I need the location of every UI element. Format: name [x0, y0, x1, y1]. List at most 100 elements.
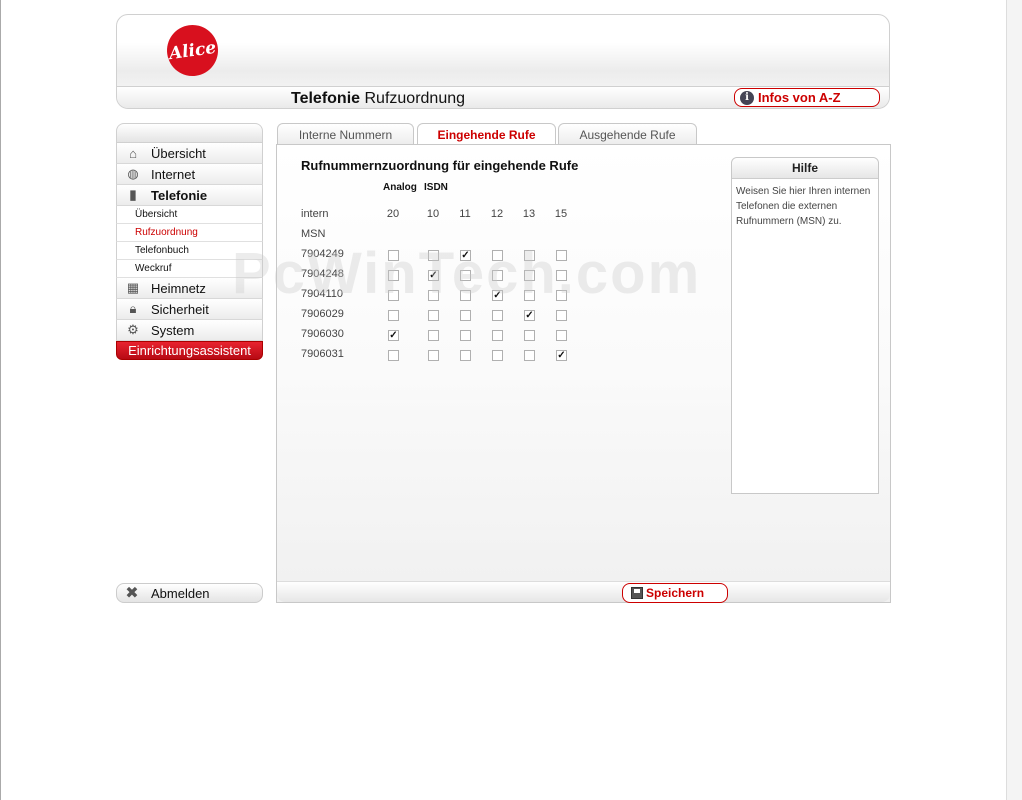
- sidebar-item-telefonie[interactable]: ▮ Telefonie: [116, 185, 263, 206]
- save-button[interactable]: Speichern: [622, 583, 728, 603]
- sidebar-subitem-label: Rufzuordnung: [135, 227, 198, 238]
- checkbox-7904249-12[interactable]: [492, 250, 503, 261]
- sidebar-subitem-weckruf[interactable]: Weckruf: [116, 260, 263, 278]
- checkbox-7906031-10[interactable]: [428, 350, 439, 361]
- group-label-analog: Analog: [383, 182, 417, 193]
- checkbox-7906030-13[interactable]: [524, 330, 535, 341]
- sidebar-subitem-telefonbuch[interactable]: Telefonbuch: [116, 242, 263, 260]
- floppy-disk-icon: [631, 587, 643, 599]
- msn-label: MSN: [301, 228, 326, 240]
- checkbox-7904248-15[interactable]: [556, 270, 567, 281]
- checkbox-7906031-15[interactable]: ✓: [556, 350, 567, 361]
- msn-row-label: 7904249: [301, 248, 344, 260]
- checkbox-7904248-13[interactable]: [524, 270, 535, 281]
- checkbox-7904248-12[interactable]: [492, 270, 503, 281]
- checkbox-7904110-15[interactable]: [556, 290, 567, 301]
- tab-eingehende-rufe[interactable]: Eingehende Rufe: [417, 123, 556, 145]
- close-icon: ✖: [125, 585, 139, 602]
- checkbox-7906031-12[interactable]: [492, 350, 503, 361]
- checkbox-7906030-11[interactable]: [460, 330, 471, 341]
- gear-icon: ⚙: [127, 322, 139, 337]
- checkbox-7904249-15[interactable]: [556, 250, 567, 261]
- column-header-15: 15: [554, 208, 568, 220]
- checkbox-7904110-13[interactable]: [524, 290, 535, 301]
- page-title-section: Telefonie: [291, 90, 361, 107]
- checkbox-7906031-13[interactable]: [524, 350, 535, 361]
- tab-label: Ausgehende Rufe: [579, 127, 676, 142]
- checkbox-7904249-11[interactable]: ✓: [460, 250, 471, 261]
- column-header-12: 12: [490, 208, 504, 220]
- column-header-13: 13: [522, 208, 536, 220]
- help-title: Hilfe: [732, 158, 878, 179]
- sidebar-subitem-label: Weckruf: [135, 263, 172, 274]
- checkbox-7904249-13[interactable]: [524, 250, 535, 261]
- checkbox-7906029-12[interactable]: [492, 310, 503, 321]
- tab-label: Eingehende Rufe: [437, 127, 536, 142]
- checkbox-7906029-13[interactable]: ✓: [524, 310, 535, 321]
- sidebar-item-label: Telefonie: [151, 187, 208, 203]
- checkbox-7904110-20[interactable]: [388, 290, 399, 301]
- tab-ausgehende-rufe[interactable]: Ausgehende Rufe: [558, 123, 697, 145]
- content-panel: Rufnummernzuordnung für eingehende Rufe …: [276, 144, 891, 603]
- header: Alice Telefonie Rufzuordnung i Infos von…: [116, 14, 890, 109]
- sidebar-subitem-label: Telefonbuch: [135, 245, 189, 256]
- phone-icon: ▮: [129, 187, 137, 202]
- msn-row-label: 7906029: [301, 308, 344, 320]
- sidebar-subitem-uebersicht[interactable]: Übersicht: [116, 206, 263, 224]
- checkbox-7906031-11[interactable]: [460, 350, 471, 361]
- sidebar-item-heimnetz[interactable]: ▦ Heimnetz: [116, 278, 263, 299]
- checkbox-7904110-10[interactable]: [428, 290, 439, 301]
- column-header-10: 10: [426, 208, 440, 220]
- msn-row-label: 7904110: [301, 288, 344, 300]
- sidebar-item-system[interactable]: ⚙ System: [116, 320, 263, 341]
- msn-row-label: 7906030: [301, 328, 344, 340]
- sidebar-item-sicherheit[interactable]: 🔒︎ Sicherheit: [116, 299, 263, 320]
- sidebar-item-label: Übersicht: [151, 145, 206, 161]
- checkbox-7906031-20[interactable]: [388, 350, 399, 361]
- page-title: Telefonie Rufzuordnung: [291, 90, 465, 108]
- content-footer: [277, 581, 890, 602]
- checkbox-7904248-10[interactable]: ✓: [428, 270, 439, 281]
- msn-row-label: 7904248: [301, 268, 344, 280]
- msn-row-label: 7906031: [301, 348, 344, 360]
- checkbox-7906029-15[interactable]: [556, 310, 567, 321]
- sidebar-subitem-label: Übersicht: [135, 209, 178, 220]
- network-icon: ▦: [126, 280, 140, 295]
- sidebar-item-uebersicht[interactable]: ⌂ Übersicht: [116, 143, 263, 164]
- vertical-scrollbar[interactable]: [1006, 0, 1022, 800]
- checkbox-7906030-15[interactable]: [556, 330, 567, 341]
- checkbox-7904249-10[interactable]: [428, 250, 439, 261]
- logout-button[interactable]: ✖ Abmelden: [116, 583, 263, 603]
- alice-logo[interactable]: Alice: [163, 21, 222, 80]
- checkbox-7904248-11[interactable]: [460, 270, 471, 281]
- sidebar-item-label: Internet: [151, 166, 196, 182]
- checkbox-7906030-20[interactable]: ✓: [388, 330, 399, 341]
- checkbox-7906029-20[interactable]: [388, 310, 399, 321]
- checkbox-7904110-11[interactable]: [460, 290, 471, 301]
- checkbox-7906029-11[interactable]: [460, 310, 471, 321]
- page-title-page: Rufzuordnung: [364, 90, 466, 107]
- lock-icon: 🔒︎: [129, 301, 137, 316]
- sidebar-item-internet[interactable]: ◍ Internet: [116, 164, 263, 185]
- setup-wizard-label: Einrichtungsassistent: [128, 343, 251, 358]
- section-title: Rufnummernzuordnung für eingehende Rufe: [301, 158, 579, 173]
- infos-a-z-button[interactable]: i Infos von A-Z: [734, 88, 880, 107]
- sidebar-item-label: Heimnetz: [151, 280, 206, 296]
- checkbox-7904110-12[interactable]: ✓: [492, 290, 503, 301]
- logout-label: Abmelden: [151, 585, 210, 601]
- globe-icon: ◍: [127, 166, 139, 181]
- setup-wizard-button[interactable]: Einrichtungsassistent: [116, 341, 263, 360]
- tab-interne-nummern[interactable]: Interne Nummern: [277, 123, 414, 145]
- sidebar-item-label: System: [151, 322, 195, 338]
- checkbox-7904248-20[interactable]: [388, 270, 399, 281]
- column-header-20: 20: [386, 208, 400, 220]
- sidebar: ⌂ Übersicht ◍ Internet ▮ Telefonie Übers…: [116, 123, 263, 360]
- help-text: Weisen Sie hier Ihren internen Telefonen…: [736, 186, 871, 227]
- intern-label: intern: [301, 208, 329, 220]
- checkbox-7906030-12[interactable]: [492, 330, 503, 341]
- checkbox-7906030-10[interactable]: [428, 330, 439, 341]
- checkbox-7904249-20[interactable]: [388, 250, 399, 261]
- sidebar-subitem-rufzuordnung[interactable]: Rufzuordnung: [116, 224, 263, 242]
- sidebar-item-label: Sicherheit: [151, 301, 209, 317]
- checkbox-7906029-10[interactable]: [428, 310, 439, 321]
